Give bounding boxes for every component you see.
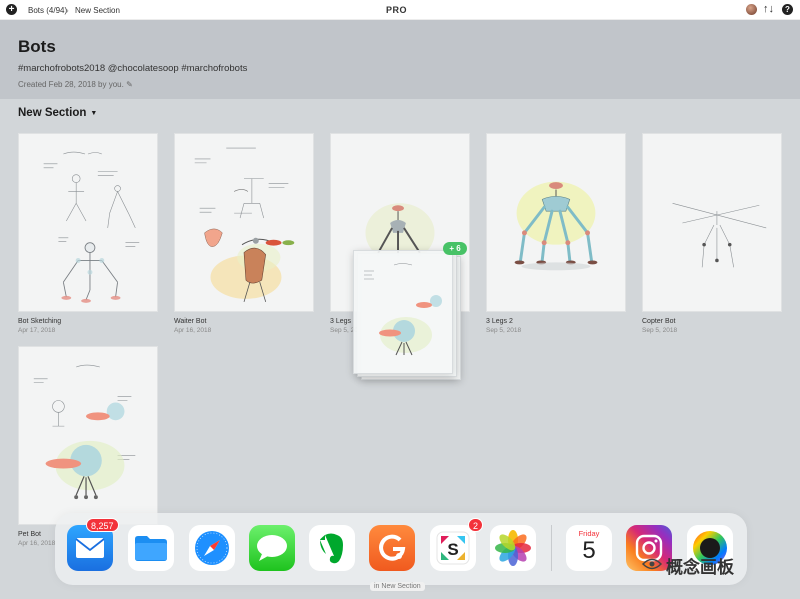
card-title[interactable]: Waiter Bot [174,318,206,325]
card-title[interactable]: Pet Bot [18,531,41,538]
sketch-thumbnail [19,347,157,524]
sort-icon[interactable]: ↑↓ [763,3,774,15]
calendar-date: 5 [582,537,596,564]
files-icon[interactable] [128,525,174,571]
safari-icon[interactable] [189,525,235,571]
drawing-card-bot-sketching[interactable] [18,133,158,312]
breadcrumb-separator: › [66,6,69,15]
card-date: Apr 17, 2018 [18,327,56,334]
drag-count-badge: + 6 [443,242,467,255]
calendar-icon[interactable]: Friday 5 [566,525,612,571]
evernote-icon[interactable] [309,525,355,571]
card-date: Apr 16, 2018 [174,327,212,334]
sketch-thumbnail [175,134,313,311]
watermark-text: 概念画板 [666,558,734,578]
drawing-card-copter-bot[interactable] [642,133,782,312]
notebook-header: Bots #marchofrobots2018 @chocolatesoop #… [0,20,800,99]
app-dock: S Friday 5 8,257 2 [55,513,747,585]
card-title[interactable]: 3 Legs 2 [486,318,513,325]
chevron-down-icon: ▼ [90,110,98,117]
slack-icon[interactable]: S [430,525,476,571]
sketch-thumbnail [19,134,157,311]
notebook-tags[interactable]: #marchofrobots2018 @chocolatesoop #march… [18,63,247,74]
breadcrumb-section[interactable]: New Section [75,6,120,15]
card-date: Sep 5, 2018 [642,327,678,334]
mail-badge: 8,257 [86,518,119,532]
stack-sheet-top [353,250,453,374]
watermark-logo-icon [641,558,663,570]
section-title-label: New Section [18,107,87,119]
photos-icon[interactable] [490,525,536,571]
section-title[interactable]: New Section ▼ [18,107,97,119]
add-icon[interactable]: + [6,4,17,15]
svg-text:S: S [447,540,458,559]
created-info: Created Feb 28, 2018 by you. ✎ [18,80,133,89]
dock-divider [551,525,552,571]
card-title[interactable]: Copter Bot [642,318,675,325]
avatar[interactable] [746,4,757,15]
pro-badge: PRO [386,5,408,15]
messages-icon[interactable] [249,525,295,571]
drawing-card-pet-bot[interactable] [18,346,158,525]
drop-target-caption: in New Section [370,582,425,591]
card-date: Sep 5, 2018 [486,327,522,334]
sketch-thumbnail [364,263,442,356]
drawing-card-waiter-bot[interactable] [174,133,314,312]
dragged-drawings-stack[interactable] [353,250,461,380]
card-title[interactable]: Bot Sketching [18,318,61,325]
slack-badge: 2 [468,518,484,532]
grammarly-icon[interactable] [369,525,415,571]
card-date: Apr 16, 2018 [18,540,56,547]
breadcrumb-notebook[interactable]: Bots (4/94) [28,6,67,15]
sketch-thumbnail [643,134,781,311]
card-title[interactable]: 3 Legs [330,318,351,325]
sketch-thumbnail [487,134,625,311]
page-title[interactable]: Bots [18,37,56,57]
drawing-card-3-legs-2[interactable] [486,133,626,312]
top-bar: + Bots (4/94) › New Section PRO ↑↓ ? [0,0,800,20]
help-icon[interactable]: ? [782,4,793,15]
